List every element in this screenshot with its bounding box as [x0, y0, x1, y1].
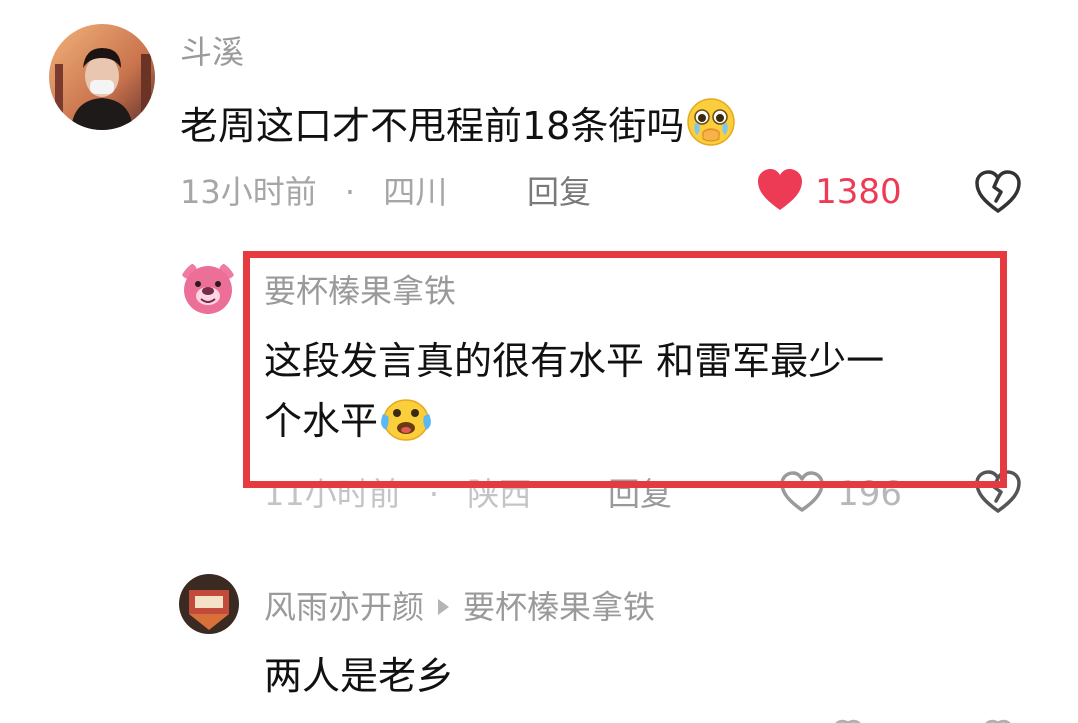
reply-button[interactable]: 回复	[527, 172, 591, 212]
broken-heart-icon	[975, 170, 1021, 213]
meta-separator: ·	[344, 173, 356, 211]
reply-arrow-icon	[438, 599, 450, 615]
reply-text: 两人是老乡	[264, 654, 455, 698]
reply-header: 风雨亦开颜 要杯榛果拿铁	[264, 587, 655, 627]
like-count: 1380	[815, 172, 902, 212]
highlight-box	[243, 251, 1007, 488]
heart-filled-icon	[756, 168, 804, 216]
avatar-douxi[interactable]	[49, 24, 155, 130]
comment-username[interactable]: 斗溪	[180, 32, 244, 72]
avatar-fengyu[interactable]	[179, 574, 239, 634]
crying-pleading-emoji-icon	[686, 97, 736, 162]
comment-meta: 13小时前 · 四川	[180, 172, 447, 212]
avatar-lotso-bear[interactable]	[179, 259, 237, 317]
like-button[interactable]: 1380	[756, 168, 902, 216]
comment-time: 13小时前	[180, 173, 317, 211]
heart-outline-icon[interactable]	[828, 713, 868, 723]
comment-location: 四川	[383, 173, 448, 211]
reply-to-username[interactable]: 要杯榛果拿铁	[463, 588, 655, 626]
reply-username[interactable]: 风雨亦开颜	[264, 588, 424, 626]
broken-heart-icon[interactable]	[978, 713, 1018, 723]
dislike-button[interactable]	[974, 170, 1022, 218]
comment-text: 老周这口才不甩程前18条街吗	[180, 97, 736, 162]
comment-text-content: 老周这口才不甩程前18条街吗	[180, 104, 685, 148]
